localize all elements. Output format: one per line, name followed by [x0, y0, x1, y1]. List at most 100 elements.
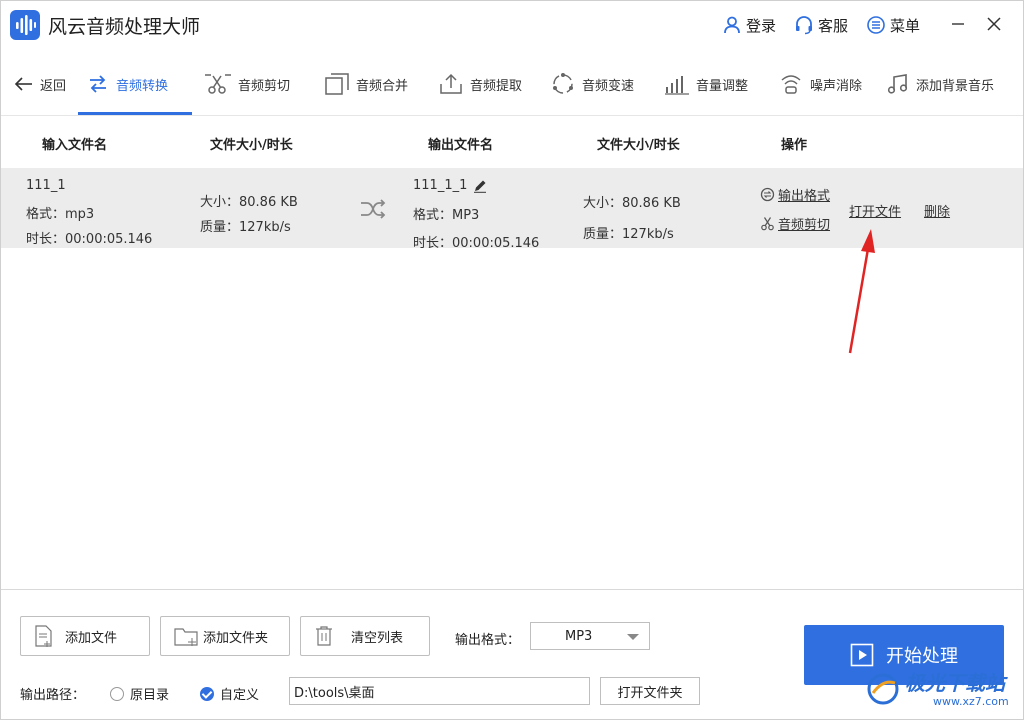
add-folder-label: 添加文件夹 — [203, 630, 269, 646]
output-size: 大小：80.86 KB — [583, 196, 681, 211]
tab-label: 音频变速 — [582, 78, 635, 94]
back-label: 返回 — [40, 78, 67, 94]
trash-icon — [316, 626, 332, 646]
output-format: 格式：MP3 — [413, 208, 480, 223]
tab-audio-cut[interactable]: 音频剪切 — [204, 66, 290, 102]
delete-link[interactable]: 删除 — [924, 201, 950, 220]
clear-list-label: 清空列表 — [351, 630, 404, 646]
clear-list-button[interactable]: 清空列表 — [300, 616, 430, 656]
arrow-left-icon — [14, 77, 32, 91]
tab-label: 噪声消除 — [810, 78, 863, 94]
close-icon — [987, 17, 1001, 31]
site-watermark: 极光下载站 www.xz7.com — [865, 665, 1015, 715]
table-header: 输入文件名 文件大小/时长 输出文件名 文件大小/时长 操作 — [0, 117, 1024, 167]
service-label: 客服 — [818, 16, 849, 35]
tab-label: 音量调整 — [696, 78, 749, 94]
radio-original-label: 原目录 — [130, 688, 170, 703]
service-button[interactable]: 客服 — [794, 14, 848, 36]
output-format-link[interactable]: 输出格式 — [760, 185, 830, 204]
close-button[interactable] — [982, 12, 1006, 36]
input-format: 格式：mp3 — [26, 207, 95, 222]
menu-button[interactable]: 菜单 — [866, 14, 920, 36]
radio-custom-dir[interactable]: 自定义 — [200, 684, 259, 703]
annotation-arrow — [848, 229, 875, 354]
minimize-button[interactable] — [946, 12, 970, 36]
volume-icon — [665, 76, 689, 95]
minimize-icon — [952, 23, 964, 25]
radio-original-dir[interactable]: 原目录 — [110, 684, 169, 703]
tab-label: 音频合并 — [356, 78, 409, 94]
scissors-small-icon — [761, 217, 774, 231]
merge-icon — [325, 73, 349, 95]
watermark-url: www.xz7.com — [933, 695, 1009, 708]
radio-unchecked-icon — [110, 686, 124, 701]
tab-audio-merge[interactable]: 音频合并 — [324, 66, 408, 102]
watermark-text: 极光下载站 — [905, 671, 1005, 695]
tab-volume-adjust[interactable]: 音量调整 — [664, 66, 748, 102]
headset-icon — [796, 16, 812, 35]
output-duration: 时长：00:00:05.146 — [413, 236, 540, 251]
scissors-icon — [205, 74, 231, 94]
input-file-name: 111_1 — [26, 178, 66, 193]
header-input-name: 输入文件名 — [42, 138, 108, 153]
tab-noise-removal[interactable]: 噪声消除 — [778, 66, 862, 102]
tab-add-bg-music[interactable]: 添加背景音乐 — [886, 66, 994, 102]
output-quality: 质量：127kb/s — [583, 227, 674, 242]
back-button[interactable]: 返回 — [14, 66, 66, 102]
app-logo-icon — [10, 10, 40, 40]
header-input-size: 文件大小/时长 — [210, 138, 293, 153]
watermark-logo-icon — [867, 673, 899, 705]
output-format-select[interactable]: MP3 — [530, 622, 650, 650]
open-file-link[interactable]: 打开文件 — [849, 201, 901, 220]
noise-icon — [781, 75, 801, 94]
tab-label: 添加背景音乐 — [916, 78, 995, 94]
output-file-name: 111_1_1 — [413, 178, 468, 193]
add-folder-button[interactable]: 添加文件夹 — [160, 616, 290, 656]
output-format-label: 输出格式 — [778, 189, 831, 204]
music-icon — [887, 74, 908, 94]
input-duration: 时长：00:00:05.146 — [26, 232, 153, 247]
tab-audio-extract[interactable]: 音频提取 — [438, 66, 522, 102]
audio-cut-link[interactable]: 音频剪切 — [760, 214, 830, 233]
output-format-label: 输出格式： — [455, 633, 521, 648]
tab-label: 音频剪切 — [238, 78, 291, 94]
input-quality: 质量：127kb/s — [200, 220, 291, 235]
header-actions: 操作 — [781, 138, 808, 153]
play-icon — [850, 643, 874, 667]
shuffle-icon — [359, 198, 387, 224]
active-tab-indicator — [78, 112, 192, 115]
output-file-name-field[interactable]: 111_1_1 — [413, 178, 487, 193]
app-title: 风云音频处理大师 — [48, 16, 201, 38]
output-path-label: 输出路径： — [20, 688, 86, 703]
tool-nav-bar: 返回 音频转换 音频剪切 音频合并 音频提取 音频变速 音量调整 噪声消除 添加… — [0, 58, 1024, 116]
add-folder-icon — [174, 628, 198, 646]
login-button[interactable]: 登录 — [722, 14, 776, 36]
menu-icon — [867, 16, 885, 34]
radio-custom-label: 自定义 — [220, 688, 260, 703]
title-bar: 风云音频处理大师 登录 客服 菜单 — [0, 0, 1024, 50]
radio-checked-icon — [200, 686, 214, 701]
user-icon — [724, 16, 740, 34]
speed-icon — [553, 73, 573, 94]
login-label: 登录 — [746, 16, 777, 35]
pencil-icon[interactable] — [473, 179, 487, 193]
output-path-input[interactable]: D:\tools\桌面 — [289, 677, 590, 705]
convert-icon — [90, 75, 106, 93]
format-icon — [760, 187, 775, 202]
audio-cut-label: 音频剪切 — [778, 218, 831, 233]
add-file-button[interactable]: 添加文件 — [20, 616, 150, 656]
tab-audio-speed[interactable]: 音频变速 — [550, 66, 634, 102]
tab-label: 音频转换 — [116, 78, 169, 94]
extract-icon — [440, 73, 462, 94]
chevron-down-icon — [627, 634, 639, 640]
open-folder-button[interactable]: 打开文件夹 — [600, 677, 700, 705]
header-output-size: 文件大小/时长 — [597, 138, 680, 153]
header-output-name: 输出文件名 — [428, 138, 494, 153]
output-format-value: MP3 — [565, 629, 593, 644]
tab-label: 音频提取 — [470, 78, 523, 94]
input-size: 大小：80.86 KB — [200, 195, 298, 210]
add-file-icon — [35, 625, 52, 647]
menu-label: 菜单 — [890, 16, 921, 35]
tab-audio-convert[interactable]: 音频转换 — [86, 66, 168, 102]
add-file-label: 添加文件 — [65, 630, 118, 646]
